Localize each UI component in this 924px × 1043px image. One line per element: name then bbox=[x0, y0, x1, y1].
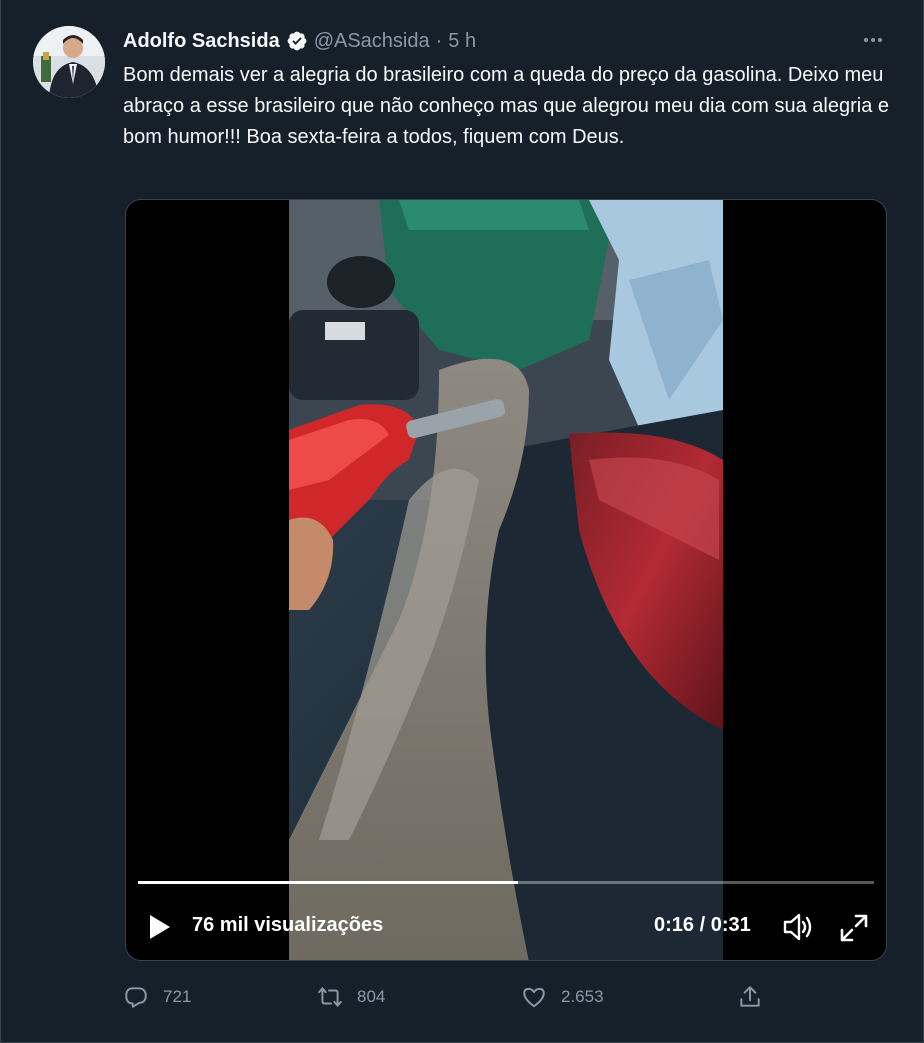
tweet-header: Adolfo Sachsida @ASachsida · 5 h bbox=[123, 28, 476, 54]
tweet-text: Bom demais ver a alegria do brasileiro c… bbox=[123, 64, 890, 148]
retweet-icon bbox=[318, 987, 342, 1007]
video-controls: 76 mil visualizações 0:16 / 0:31 bbox=[126, 900, 886, 956]
reply-button[interactable]: 721 bbox=[123, 980, 191, 1014]
like-count: 2.653 bbox=[561, 987, 604, 1006]
author-name[interactable]: Adolfo Sachsida bbox=[123, 30, 280, 53]
play-icon[interactable] bbox=[148, 914, 172, 940]
tweet-timestamp[interactable]: 5 h bbox=[448, 30, 476, 53]
like-button[interactable]: 2.653 bbox=[521, 980, 604, 1014]
video-timecode: 0:16 / 0:31 bbox=[654, 914, 751, 936]
progress-bar[interactable] bbox=[138, 881, 874, 884]
avatar-photo bbox=[33, 26, 105, 98]
separator-dot: · bbox=[435, 29, 443, 52]
fullscreen-icon[interactable] bbox=[838, 912, 870, 944]
reply-icon bbox=[125, 987, 147, 1008]
avatar[interactable] bbox=[33, 26, 105, 98]
volume-icon[interactable] bbox=[782, 912, 814, 942]
verified-badge-icon bbox=[286, 30, 308, 52]
video-player[interactable]: 76 mil visualizações 0:16 / 0:31 bbox=[125, 199, 887, 961]
share-button[interactable] bbox=[737, 980, 777, 1014]
retweet-count: 804 bbox=[357, 987, 386, 1006]
share-icon bbox=[740, 986, 760, 1007]
heart-icon bbox=[523, 987, 545, 1008]
video-frame bbox=[289, 200, 723, 960]
tweet-actions: 721 804 2.653 bbox=[123, 980, 773, 1014]
view-count: 76 mil visualizações bbox=[192, 914, 384, 936]
more-options-icon[interactable] bbox=[861, 32, 885, 48]
retweet-button[interactable]: 804 bbox=[317, 980, 385, 1014]
tweet-card: Adolfo Sachsida @ASachsida · 5 h Bom dem… bbox=[0, 0, 924, 1043]
author-handle[interactable]: @ASachsida bbox=[314, 30, 430, 53]
progress-fill bbox=[138, 881, 518, 884]
reply-count: 721 bbox=[163, 987, 192, 1006]
